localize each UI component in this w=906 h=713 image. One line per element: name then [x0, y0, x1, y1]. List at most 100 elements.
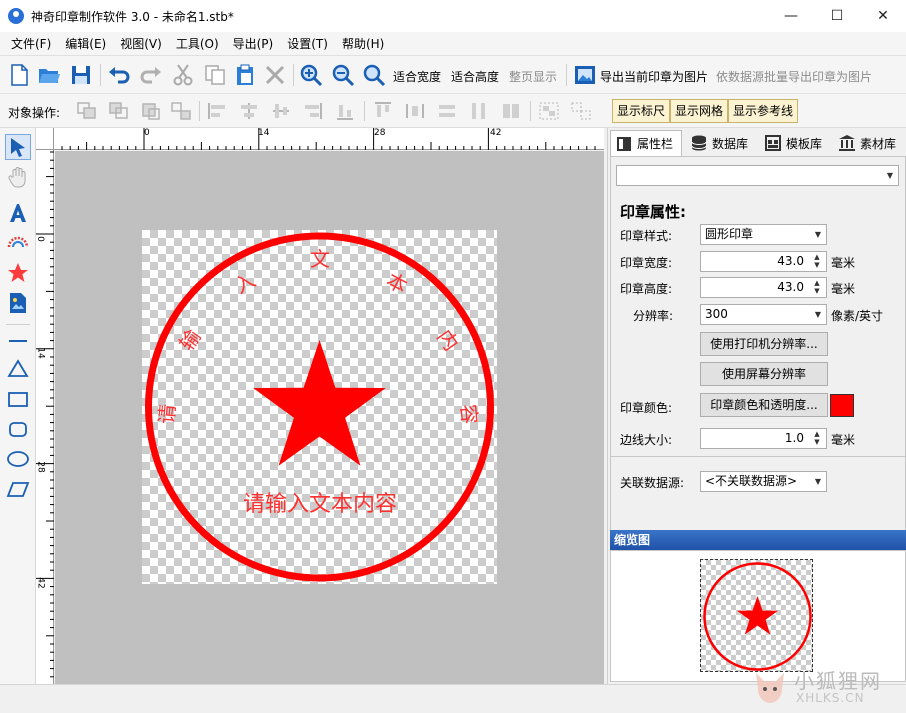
datasource-select[interactable]: <不关联数据源> ▼ [700, 471, 827, 492]
style-label: 印章样式: [620, 229, 673, 243]
object-select[interactable]: ▼ [616, 165, 899, 186]
same-height-button[interactable] [468, 101, 490, 121]
pan-tool[interactable] [5, 164, 31, 190]
rectangle-tool[interactable] [5, 386, 31, 412]
line-tool[interactable] [5, 328, 31, 354]
tab-templates[interactable]: 模板库 [760, 130, 826, 156]
stamp-color-button[interactable]: 印章颜色和透明度... [700, 393, 828, 417]
menu-tools[interactable]: 工具(O) [169, 33, 226, 55]
border-unit: 毫米 [831, 433, 856, 447]
watermark: 小狐狸网 XHLKS.CN [750, 665, 900, 709]
send-back-button[interactable] [108, 101, 130, 121]
distribute-h-button[interactable] [404, 101, 426, 121]
export-image-icon-button[interactable] [572, 62, 598, 88]
paste-button[interactable] [232, 62, 258, 88]
ellipse-tool[interactable] [5, 446, 31, 472]
align-bottom-button[interactable] [334, 101, 356, 121]
show-guides-toggle[interactable]: 显示参考线 [728, 99, 799, 123]
app-logo-icon [8, 8, 24, 24]
forward-icon [142, 103, 160, 120]
arc-char: 输 [174, 325, 205, 355]
arc-text-tool[interactable] [5, 230, 31, 256]
scissors-icon [173, 64, 193, 86]
forward-button[interactable] [140, 101, 162, 121]
dpi-label: 分辨率: [633, 309, 674, 323]
export-current-button[interactable]: 导出当前印章为图片 [600, 68, 708, 85]
show-grid-toggle[interactable]: 显示网格 [670, 99, 729, 123]
ungroup-button[interactable] [570, 101, 592, 121]
zoom-actual-button[interactable] [361, 62, 387, 88]
printer-dpi-button[interactable]: 使用打印机分辨率... [700, 332, 828, 356]
stamp-page[interactable]: 请 输 入 文 本 内 容 请输入文本内容 [142, 230, 497, 584]
full-page-button[interactable]: 整页显示 [509, 68, 557, 85]
bring-front-button[interactable] [76, 101, 98, 121]
new-file-icon [11, 64, 28, 86]
menu-view[interactable]: 视图(V) [113, 33, 169, 55]
menu-file[interactable]: 文件(F) [4, 33, 58, 55]
star-tool[interactable] [5, 260, 31, 286]
preview-title: 缩览图 [610, 530, 906, 550]
color-swatch[interactable] [830, 394, 854, 417]
fit-width-button[interactable]: 适合宽度 [393, 68, 441, 85]
new-file-button[interactable] [6, 62, 32, 88]
send-back-icon [109, 102, 128, 119]
triangle-tool[interactable] [5, 356, 31, 382]
main-toolbar: 适合宽度 适合高度 整页显示 导出当前印章为图片 依数据源批量导出印章为图片 [0, 56, 906, 94]
image-tool[interactable] [5, 290, 31, 316]
maximize-button[interactable]: ☐ [814, 0, 860, 32]
backward-button[interactable] [170, 101, 192, 121]
stamp-star-icon [253, 340, 386, 466]
open-file-button[interactable] [36, 62, 62, 88]
delete-button[interactable] [262, 62, 288, 88]
align-center-button[interactable] [238, 101, 260, 121]
align-center-icon [241, 103, 257, 119]
select-tool[interactable] [5, 134, 31, 160]
rounded-rect-tool[interactable] [5, 416, 31, 442]
color-label: 印章颜色: [620, 401, 673, 415]
border-size-input[interactable]: 1.0 ▲ ▼ [700, 428, 827, 449]
fit-height-button[interactable]: 适合高度 [451, 68, 499, 85]
stamp-height-input[interactable]: 43.0 ▲ ▼ [700, 277, 827, 298]
align-middle-button[interactable] [270, 101, 292, 121]
zoom-out-button[interactable] [330, 62, 356, 88]
menu-edit[interactable]: 编辑(E) [58, 33, 113, 55]
tab-materials[interactable]: 素材库 [834, 130, 900, 156]
export-batch-button[interactable]: 依数据源批量导出印章为图片 [716, 68, 872, 85]
menu-settings[interactable]: 设置(T) [280, 33, 335, 55]
bring-front-icon [77, 102, 96, 119]
undo-button[interactable] [106, 62, 132, 88]
stamp-width-input[interactable]: 43.0 ▲ ▼ [700, 251, 827, 272]
close-button[interactable]: ✕ [860, 0, 906, 32]
redo-button[interactable] [138, 62, 164, 88]
align-top-button[interactable] [372, 101, 394, 121]
minimize-button[interactable]: — [768, 0, 814, 32]
same-width-button[interactable] [436, 101, 458, 121]
stamp-style-select[interactable]: 圆形印章 ▼ [700, 224, 827, 245]
zoom-in-button[interactable] [298, 62, 324, 88]
border-label: 边线大小: [620, 433, 673, 447]
align-right-button[interactable] [302, 101, 324, 121]
same-size-button[interactable] [500, 101, 522, 121]
save-button[interactable] [68, 62, 94, 88]
distribute-horizontal-icon [406, 104, 424, 118]
text-tool[interactable] [5, 200, 31, 226]
align-left-button[interactable] [206, 101, 228, 121]
tab-database[interactable]: 数据库 [686, 130, 752, 156]
datasource-label: 关联数据源: [620, 476, 685, 490]
watermark-text: 小狐狸网 [794, 669, 882, 693]
dpi-unit: 像素/英寸 [831, 309, 884, 323]
parallelogram-tool[interactable] [5, 476, 31, 502]
menu-help[interactable]: 帮助(H) [335, 33, 391, 55]
tab-properties[interactable]: 属性栏 [610, 130, 682, 156]
star-icon [8, 263, 28, 282]
drawing-tools-panel [0, 128, 36, 684]
paste-icon [237, 64, 253, 85]
screen-dpi-button[interactable]: 使用屏幕分辨率 [700, 362, 828, 386]
group-button[interactable] [538, 101, 560, 121]
menu-export[interactable]: 导出(P) [226, 33, 281, 55]
dpi-select[interactable]: 300 ▼ [700, 304, 827, 325]
show-ruler-toggle[interactable]: 显示标尺 [612, 99, 671, 123]
v-ruler-label: 42 [35, 577, 46, 589]
copy-button[interactable] [202, 62, 228, 88]
cut-button[interactable] [170, 62, 196, 88]
